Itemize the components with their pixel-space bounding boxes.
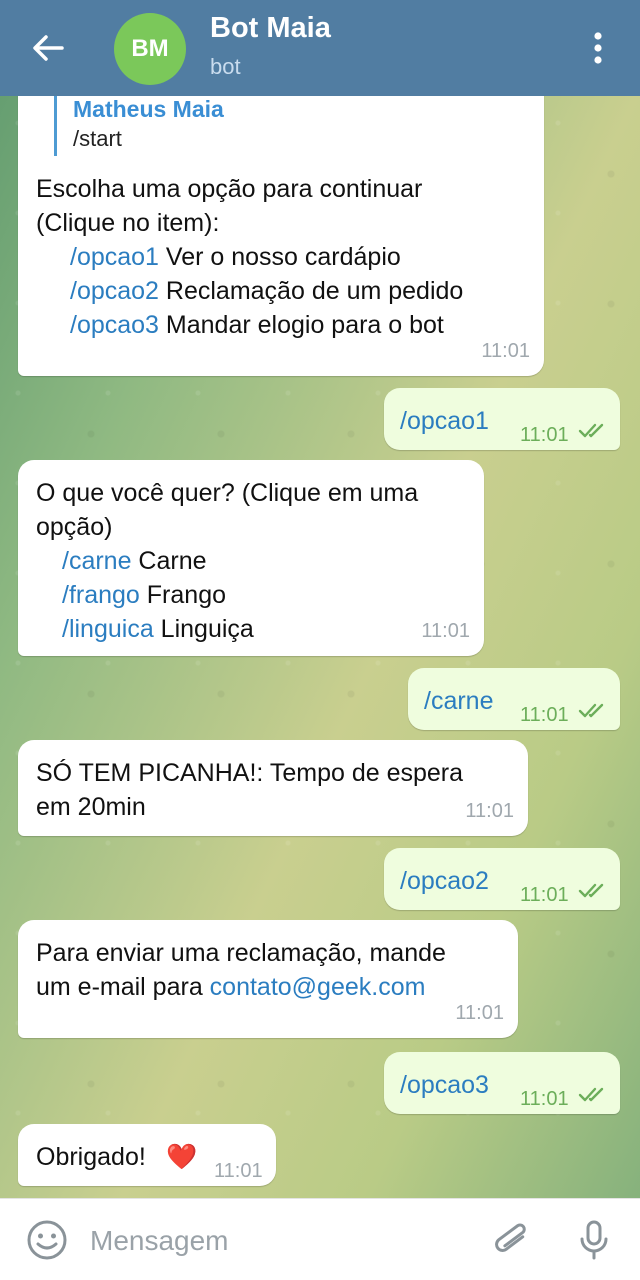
message-text: (Clique no item): — [36, 209, 220, 237]
message-time: 11:01 — [481, 340, 530, 362]
attach-button[interactable] — [492, 1217, 532, 1263]
option-text: Reclamação de um pedido — [158, 277, 464, 305]
reply-quote[interactable]: Matheus Maia /start — [54, 94, 224, 156]
command-link-carne[interactable]: /carne — [424, 684, 493, 718]
command-link-opcao2[interactable]: /opcao2 — [400, 864, 489, 898]
message-text: um e-mail para — [36, 973, 210, 1001]
heart-emoji: ❤️ — [166, 1142, 198, 1171]
command-link-linguica[interactable]: /linguica — [62, 615, 154, 643]
message-text: O que você quer? (Clique em uma — [36, 479, 419, 507]
paperclip-icon — [495, 1223, 526, 1252]
command-link-opcao3[interactable]: /opcao3 — [400, 1068, 489, 1102]
command-link-opcao2[interactable]: /opcao2 — [70, 277, 159, 305]
message-bubble-incoming[interactable]: O que você quer? (Clique em uma opção) /… — [18, 460, 484, 656]
message-text: em 20min — [36, 793, 146, 821]
reply-text: /start — [73, 126, 122, 151]
command-link-opcao1[interactable]: /opcao1 — [400, 404, 489, 438]
message-time: 11:01 — [520, 884, 569, 906]
chat-title[interactable]: Bot Maia — [210, 12, 331, 45]
option-text: Ver o nosso cardápio — [158, 243, 401, 271]
emoji-smile-icon — [27, 1220, 67, 1260]
command-link-carne[interactable]: /carne — [62, 547, 131, 575]
double-check-icon — [578, 883, 604, 898]
command-link-frango[interactable]: /frango — [62, 581, 140, 609]
option-text: Carne — [131, 547, 207, 575]
message-input-bar — [0, 1198, 640, 1280]
message-bubble-outgoing[interactable]: /opcao2 11:01 — [384, 848, 620, 910]
email-link[interactable]: contato@geek.com — [210, 973, 426, 1001]
menu-button[interactable] — [578, 26, 618, 70]
message-bubble-incoming[interactable]: Para enviar uma reclamação, mande um e-m… — [18, 920, 518, 1038]
reply-sender-name: Matheus Maia — [73, 96, 224, 122]
chat-subtitle: bot — [210, 54, 241, 79]
message-bubble-incoming[interactable]: Matheus Maia /start Escolha uma opção pa… — [18, 86, 544, 376]
message-text: Para enviar uma reclamação, mande — [36, 939, 446, 967]
microphone-button[interactable] — [574, 1217, 614, 1263]
arrow-left-icon — [33, 35, 64, 61]
message-bubble-outgoing[interactable]: /carne 11:01 — [408, 668, 620, 730]
message-text: SÓ TEM PICANHA!: Tempo de espera — [36, 759, 464, 787]
message-text: Obrigado! — [36, 1143, 153, 1171]
chat-header: BM Bot Maia bot — [0, 0, 640, 96]
back-button[interactable] — [24, 24, 72, 72]
message-bubble-outgoing[interactable]: /opcao1 11:01 — [384, 388, 620, 450]
option-text: Mandar elogio para o bot — [158, 311, 444, 339]
message-bubble-incoming[interactable]: Obrigado! ❤️ 11:01 — [18, 1124, 276, 1186]
emoji-button[interactable] — [24, 1217, 70, 1263]
message-time: 11:01 — [421, 620, 470, 642]
message-time: 11:01 — [455, 1002, 504, 1024]
message-bubble-outgoing[interactable]: /opcao3 11:01 — [384, 1052, 620, 1114]
double-check-icon — [578, 1087, 604, 1102]
double-check-icon — [578, 423, 604, 438]
option-text: Linguiça — [153, 615, 254, 643]
message-time: 11:01 — [520, 424, 569, 446]
avatar[interactable]: BM — [114, 13, 186, 85]
command-link-opcao1[interactable]: /opcao1 — [70, 243, 159, 271]
message-bubble-incoming[interactable]: SÓ TEM PICANHA!: Tempo de espera em 20mi… — [18, 740, 528, 836]
message-time: 11:01 — [214, 1160, 263, 1182]
message-time: 11:01 — [465, 800, 514, 822]
double-check-icon — [578, 703, 604, 718]
microphone-icon — [580, 1220, 608, 1260]
message-time: 11:01 — [520, 704, 569, 726]
option-text: Frango — [139, 581, 227, 609]
message-input[interactable] — [90, 1219, 470, 1263]
message-time: 11:01 — [520, 1088, 569, 1110]
message-text: opção) — [36, 513, 113, 541]
command-link-opcao3[interactable]: /opcao3 — [70, 311, 159, 339]
message-text: Escolha uma opção para continuar — [36, 175, 423, 203]
more-vertical-icon — [594, 32, 602, 64]
